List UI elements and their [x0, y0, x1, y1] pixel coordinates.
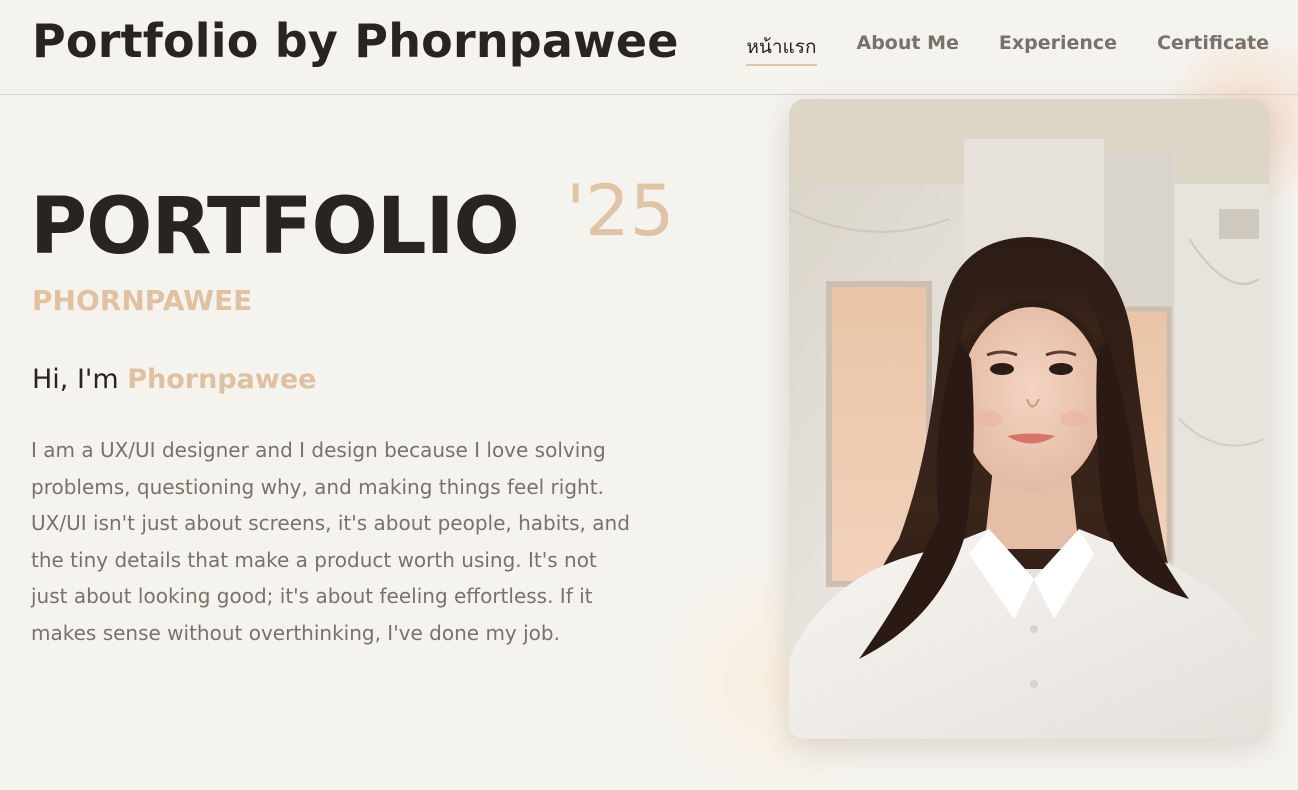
profile-photo — [789, 99, 1269, 739]
site-title[interactable]: Portfolio by Phornpawee — [32, 14, 679, 68]
hero-name-caps: PHORNPAWEE — [32, 284, 253, 317]
greeting-heading: Hi, I'm Phornpawee — [32, 364, 316, 395]
greeting-prefix: Hi, I'm — [32, 364, 128, 395]
bio-paragraph: I am a UX/UI designer and I design becau… — [31, 438, 630, 645]
hero-year: '25 — [566, 170, 675, 252]
nav-about-me[interactable]: About Me — [857, 32, 959, 66]
portfolio-page: Portfolio by Phornpawee หน้าแรก About Me… — [0, 0, 1298, 790]
nav-home[interactable]: หน้าแรก — [746, 32, 817, 66]
profile-photo-illustration — [789, 99, 1269, 739]
site-header: Portfolio by Phornpawee หน้าแรก About Me… — [0, 0, 1298, 95]
nav-certificate[interactable]: Certificate — [1157, 32, 1269, 66]
greeting-name: Phornpawee — [127, 364, 317, 395]
hero-title: PORTFOLIO — [30, 182, 520, 272]
main-nav: หน้าแรก About Me Experience Certificate — [746, 32, 1269, 66]
nav-experience[interactable]: Experience — [999, 32, 1117, 66]
